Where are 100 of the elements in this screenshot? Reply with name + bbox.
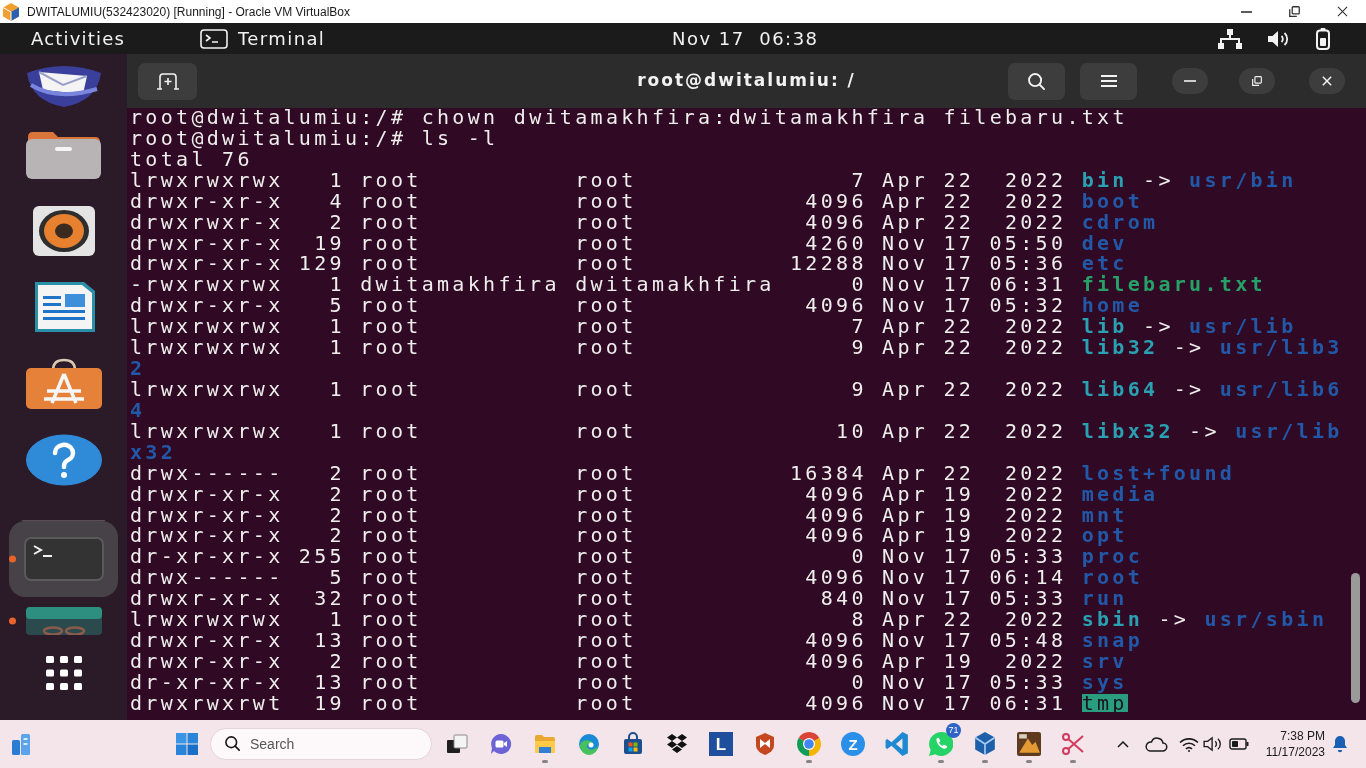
app-menu-button[interactable]: Terminal xyxy=(200,25,326,52)
file-size: 0 xyxy=(851,547,867,566)
link-count: 2 xyxy=(329,463,345,482)
time-text: 2022 xyxy=(1004,421,1067,440)
group-name: root xyxy=(575,631,637,650)
time-text: 2022 xyxy=(1004,505,1067,524)
group-name: dwitamakhfira xyxy=(575,275,775,294)
close-button[interactable] xyxy=(1309,68,1345,94)
link-count: 1 xyxy=(329,170,345,189)
date-month: Apr xyxy=(882,338,929,357)
link-count: 1 xyxy=(329,275,345,294)
symlink-name: lib32 xyxy=(1081,338,1159,357)
search-button[interactable] xyxy=(1008,62,1065,100)
time-text: 05:33 xyxy=(989,672,1067,691)
date-day: 19 xyxy=(943,526,975,545)
clock-text[interactable]: Nov 17 06:38 xyxy=(672,25,819,52)
link-target: usr/sbin xyxy=(1204,610,1328,629)
activities-button[interactable]: Activities xyxy=(31,25,126,52)
terminal-icon xyxy=(23,536,104,581)
date-day: 22 xyxy=(943,191,975,210)
link-arrow: -> xyxy=(1173,338,1205,357)
link-target: usr/lib xyxy=(1189,317,1297,336)
time-text: 05:48 xyxy=(989,631,1067,650)
directory-name: mnt xyxy=(1081,505,1128,524)
date-month: Apr xyxy=(882,651,929,670)
volume-icon[interactable] xyxy=(1203,736,1223,752)
minimize-button[interactable] xyxy=(1172,68,1208,94)
video-call-icon xyxy=(489,732,513,756)
menu-button[interactable] xyxy=(1080,62,1137,100)
date-day: 17 xyxy=(943,233,975,252)
owner-name: root xyxy=(360,693,422,712)
shell-prompt: root@dwitalumiu:/# xyxy=(130,108,407,129)
link-count: 255 xyxy=(298,547,345,566)
owner-name: root xyxy=(360,191,422,210)
network-icon[interactable] xyxy=(1218,28,1242,49)
maximize-button[interactable] xyxy=(1239,68,1275,94)
file-size: 4260 xyxy=(805,233,867,252)
directory-name: snap xyxy=(1081,631,1144,650)
owner-name: root xyxy=(360,170,422,189)
link-count: 1 xyxy=(329,317,345,336)
notification-badge: 71 xyxy=(946,723,961,738)
permissions-text: lrwxrwxrwx xyxy=(130,610,284,629)
owner-name: root xyxy=(360,631,422,650)
permissions-text: dr-xr-xr-x xyxy=(130,547,284,566)
date-day: 17 xyxy=(943,693,975,712)
symlink-name: sbin xyxy=(1081,610,1144,629)
taskbar-app-button[interactable]: L xyxy=(701,724,741,764)
scrollbar[interactable] xyxy=(1351,573,1360,703)
date-month: Apr xyxy=(882,463,929,482)
date-month: Apr xyxy=(882,484,929,503)
shopping-bag-icon xyxy=(621,732,645,756)
group-name: root xyxy=(575,317,637,336)
time-text: 2022 xyxy=(1004,380,1067,398)
battery-icon[interactable] xyxy=(1316,27,1330,50)
bell-icon[interactable] xyxy=(1332,735,1348,753)
permissions-text: lrwxrwxrwx xyxy=(130,421,284,440)
file-size: 12288 xyxy=(790,254,867,273)
time-text: 2022 xyxy=(1004,484,1067,503)
file-size: 10 xyxy=(836,421,867,440)
link-count: 1 xyxy=(329,421,345,440)
minimize-icon xyxy=(1184,80,1196,82)
permissions-text: drwxr-xr-x xyxy=(130,631,284,650)
new-tab-button[interactable] xyxy=(138,62,197,100)
new-tab-icon xyxy=(156,72,179,90)
directory-name: etc xyxy=(1081,254,1128,273)
cloud-icon[interactable] xyxy=(1144,736,1168,752)
directory-name: opt xyxy=(1081,526,1128,545)
owner-name: root xyxy=(360,317,422,336)
clock-date[interactable]: 11/17/2023 xyxy=(1265,744,1325,760)
date-day: 22 xyxy=(943,338,975,357)
owner-name: root xyxy=(360,233,422,252)
wifi-icon[interactable] xyxy=(1179,736,1199,752)
command-text: ls -l xyxy=(421,128,499,150)
swirl-icon xyxy=(577,732,601,756)
volume-icon[interactable] xyxy=(1268,29,1290,48)
search-field[interactable]: Search xyxy=(210,728,432,760)
battery-icon[interactable] xyxy=(1229,738,1249,750)
file-size: 4096 xyxy=(805,191,867,210)
group-name: root xyxy=(575,191,637,210)
date-month: Nov xyxy=(882,547,929,566)
permissions-text: drwxr-xr-x xyxy=(130,651,284,670)
menu-icon xyxy=(1100,75,1117,87)
directory-name: dev xyxy=(1081,233,1128,252)
owner-name: root xyxy=(360,296,422,315)
permissions-text: drwxr-xr-x xyxy=(130,526,284,545)
date-month: Apr xyxy=(882,610,929,629)
permissions-text: drwxrwxr-x xyxy=(130,212,284,231)
permissions-text: lrwxrwxrwx xyxy=(130,317,284,336)
wrapped-directory-name: 4 xyxy=(130,397,146,422)
link-count: 13 xyxy=(314,631,345,650)
time-text: 2022 xyxy=(1004,651,1067,670)
clock-time[interactable]: 7:38 PM xyxy=(1280,728,1325,744)
link-count: 19 xyxy=(314,693,345,712)
link-arrow: -> xyxy=(1189,421,1220,440)
link-count: 2 xyxy=(329,526,345,545)
file-size: 7 xyxy=(851,317,867,336)
taskbar-app-button[interactable]: 71 xyxy=(921,724,961,764)
folder-icon xyxy=(25,129,102,180)
diamonds-icon xyxy=(665,732,689,756)
link-target: usr/lib xyxy=(1235,421,1343,440)
